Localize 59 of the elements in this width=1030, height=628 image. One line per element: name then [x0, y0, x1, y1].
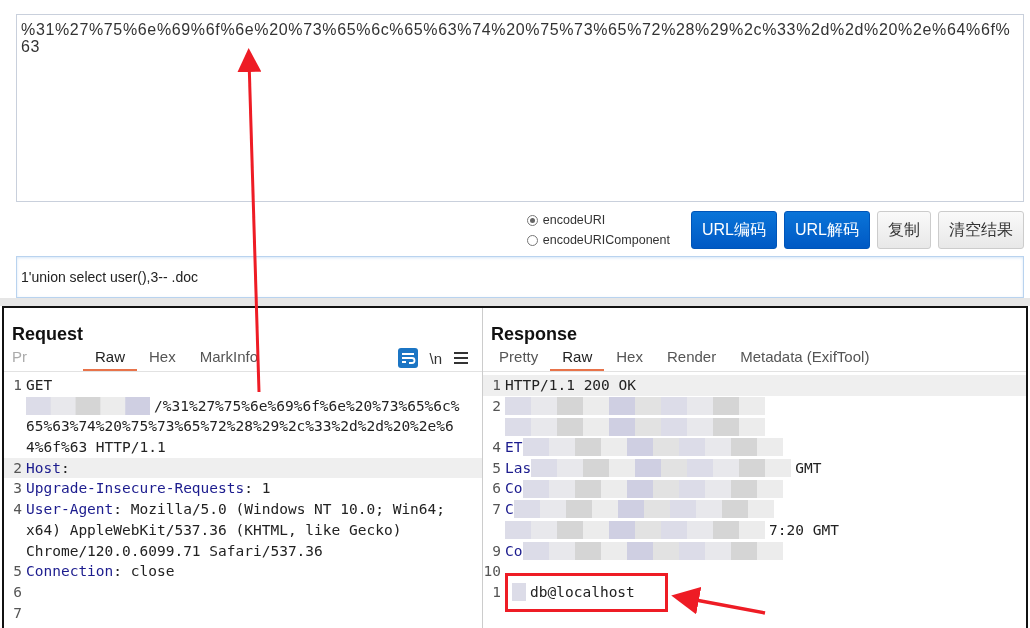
header-name: Upgrade-Insecure-Requests	[26, 479, 245, 499]
line-number: 1	[12, 376, 23, 395]
header-name: Connection	[26, 562, 114, 582]
code-text: 7:20 GMT	[769, 520, 839, 540]
code-text: 65%63%74%20%75%73%65%72%28%29%2c%33%2d%2d%20%2e%6	[26, 417, 454, 437]
code-text: :	[60, 458, 70, 478]
line-number: 3	[12, 479, 23, 499]
header-name: C	[505, 500, 514, 520]
header-name: Co	[505, 479, 523, 499]
line-number: 5	[491, 458, 503, 478]
code-text: : Mozilla/5.0 (Windows NT 10.0; Win64;	[113, 500, 446, 520]
view-tab[interactable]: Metadata (ExifTool)	[728, 345, 882, 371]
wrap-icon[interactable]	[397, 348, 418, 368]
code-text: GET	[26, 376, 53, 395]
view-tab[interactable]: Render	[654, 345, 729, 371]
header-name: User-Agent	[26, 500, 114, 520]
mode-radio[interactable]: encodeURI	[526, 213, 670, 227]
line-number: 2	[12, 458, 23, 478]
newline-toggle[interactable]: \n	[429, 349, 443, 367]
line-number: 6	[491, 479, 503, 499]
action-button[interactable]: 清空结果	[938, 211, 1024, 249]
mode-radio[interactable]: encodeURIComponent	[526, 233, 670, 247]
output-textarea[interactable]: %31%27%75%6e%69%6f%6e%20%73%65%6c%65%63%74%20%75%73%65%72%28%29%2c%33%2d%2d%20%2e%64%6f%63	[16, 14, 1024, 202]
action-button[interactable]: URL解码	[784, 211, 870, 249]
line-number: 2	[491, 396, 503, 416]
code-text: 4%6f%63 HTTP/1.1	[26, 438, 166, 458]
view-tab[interactable]: Hex	[137, 345, 188, 371]
line-number: 10	[483, 562, 503, 582]
line-number: 4	[12, 500, 23, 520]
code-text: : 1	[244, 479, 271, 499]
header-name: ET	[505, 438, 523, 458]
code-text: db@localhost	[530, 582, 635, 602]
line-number: 9	[491, 541, 503, 561]
view-tab[interactable]: Pretty	[487, 345, 551, 371]
line-number: 6	[12, 582, 23, 602]
code-text: GMT	[795, 458, 822, 478]
panel-title: Request	[11, 323, 84, 345]
action-button[interactable]: URL编码	[690, 211, 777, 249]
line-number: 7	[12, 603, 23, 623]
header-name: Host	[26, 458, 61, 478]
menu-icon[interactable]	[454, 352, 469, 364]
code-text: Chrome/120.0.6099.71 Safari/537.36	[26, 541, 323, 561]
line-number: 1	[491, 376, 503, 395]
header-name: Co	[505, 541, 523, 561]
code-text: : close	[113, 562, 175, 582]
line-number: 5	[12, 562, 23, 582]
header-name: Las	[505, 458, 532, 478]
panel-title: Response	[490, 323, 579, 345]
input-field[interactable]: 1'union select user(),3-- .doc	[16, 256, 1024, 298]
view-tab[interactable]: Raw	[550, 345, 605, 371]
line-number: 7	[491, 500, 503, 520]
code-text: x64) AppleWebKit/537.36 (KHTML, like Gecko)	[26, 520, 402, 540]
line-number: 1	[491, 582, 503, 602]
action-button[interactable]: 复制	[877, 211, 931, 249]
view-tab[interactable]: Raw	[83, 345, 137, 371]
code-text: /%31%27%75%6e%69%6f%6e%20%73%65%6c%	[154, 396, 460, 416]
code-text: HTTP/1.1 200 OK	[505, 376, 636, 395]
line-number: 4	[491, 438, 503, 458]
view-tab[interactable]: Hex	[604, 345, 655, 371]
